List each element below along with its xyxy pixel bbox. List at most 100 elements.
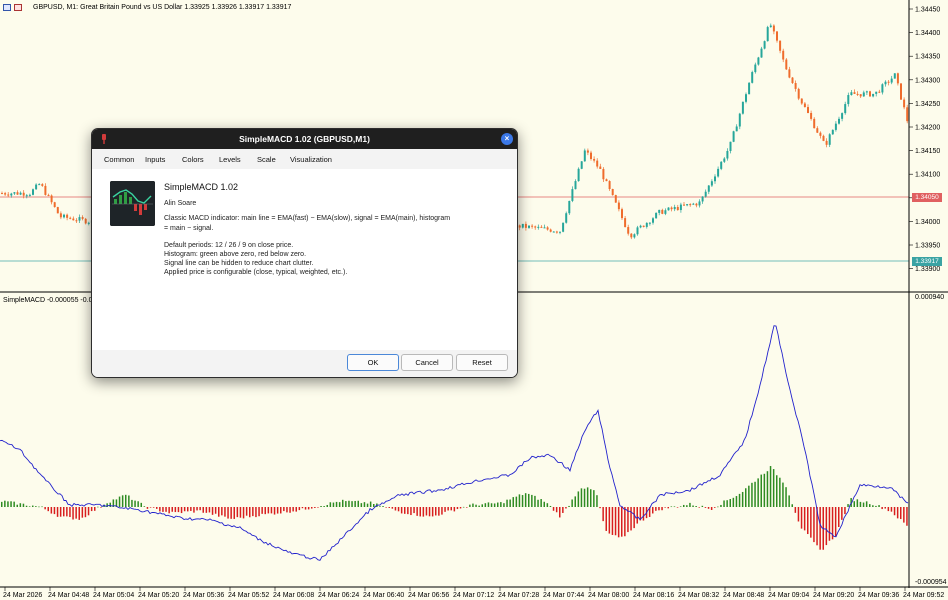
- histogram-bar: [862, 502, 865, 507]
- candle-body: [779, 40, 782, 51]
- candle-body: [763, 41, 766, 49]
- candle-body: [757, 57, 760, 65]
- histogram-bar: [87, 507, 90, 516]
- histogram-bar: [41, 506, 43, 508]
- histogram-bar: [813, 507, 815, 543]
- candle-body: [549, 229, 552, 232]
- histogram-bar: [286, 507, 288, 513]
- dialog-titlebar[interactable]: SimpleMACD 1.02 (GBPUSD,M1) ×: [92, 129, 517, 149]
- histogram-bar: [196, 507, 198, 511]
- candle-body: [605, 179, 608, 182]
- candle-body: [16, 192, 19, 195]
- histogram-bar: [438, 507, 440, 516]
- histogram-bar: [242, 507, 245, 519]
- histogram-bar: [320, 505, 322, 507]
- time-tick-label: 24 Mar 09:04: [768, 592, 809, 599]
- histogram-bar: [574, 496, 576, 507]
- candle-body: [78, 217, 81, 221]
- price-tick-label: 1.34350: [915, 54, 940, 61]
- histogram-bar: [782, 482, 784, 507]
- histogram-bar: [769, 466, 772, 507]
- candle-body: [75, 220, 78, 222]
- candle-body: [717, 168, 720, 177]
- time-tick-label: 24 Mar 05:20: [138, 592, 179, 599]
- histogram-bar: [887, 507, 890, 512]
- tab-visualization[interactable]: Visualization: [290, 155, 332, 164]
- histogram-bar: [410, 507, 412, 516]
- histogram-bar: [338, 502, 341, 507]
- reset-button[interactable]: Reset: [456, 354, 508, 371]
- candle-body: [518, 225, 521, 228]
- histogram-bar: [872, 505, 874, 507]
- candle-body: [28, 194, 31, 196]
- histogram-bar: [549, 505, 552, 507]
- time-tick-label: 24 Mar 06:24: [318, 592, 359, 599]
- histogram-bar: [283, 507, 285, 512]
- price-tag-teal: 1.33917: [912, 257, 942, 266]
- candle-body: [608, 181, 611, 190]
- histogram-bar: [422, 507, 425, 517]
- histogram-bar: [692, 505, 694, 507]
- histogram-bar: [803, 507, 806, 531]
- histogram-bar: [425, 507, 428, 516]
- candle-body: [1, 193, 3, 195]
- histogram-bar: [614, 507, 617, 536]
- histogram-bar: [301, 507, 304, 509]
- ok-button[interactable]: OK: [347, 354, 399, 371]
- tab-common[interactable]: Common: [104, 155, 134, 164]
- close-icon[interactable]: ×: [501, 133, 513, 145]
- candle-body: [791, 77, 794, 84]
- histogram-bar: [834, 507, 837, 537]
- candle-body: [583, 150, 586, 162]
- candle-body: [59, 213, 62, 218]
- candle-body: [686, 204, 689, 206]
- candle-body: [586, 150, 589, 153]
- candle-body: [807, 107, 809, 113]
- histogram-bar: [791, 504, 793, 507]
- candle-body: [87, 222, 90, 224]
- histogram-bar: [856, 499, 859, 507]
- histogram-bar: [515, 496, 518, 507]
- candle-body: [580, 161, 583, 169]
- candle-body: [720, 161, 723, 169]
- tab-levels[interactable]: Levels: [219, 155, 241, 164]
- histogram-bar: [276, 507, 279, 514]
- candle-body: [645, 222, 648, 227]
- histogram-bar: [766, 471, 769, 507]
- histogram-bar: [748, 485, 750, 507]
- tab-inputs[interactable]: Inputs: [145, 155, 165, 164]
- histogram-bar: [143, 506, 146, 507]
- price-tick-label: 1.34150: [915, 148, 940, 155]
- histogram-bar: [391, 507, 394, 509]
- tab-colors[interactable]: Colors: [182, 155, 204, 164]
- histogram-bar: [53, 507, 56, 515]
- histogram-bar: [1, 501, 3, 507]
- cancel-button[interactable]: Cancel: [401, 354, 453, 371]
- histogram-bar: [788, 495, 790, 507]
- histogram-bar: [906, 507, 908, 526]
- histogram-bar: [97, 506, 99, 508]
- tab-scale[interactable]: Scale: [257, 155, 276, 164]
- candle-body: [785, 59, 788, 70]
- candle-body: [735, 126, 738, 132]
- candle-body: [53, 202, 56, 208]
- histogram-bar: [304, 507, 307, 510]
- candle-body: [559, 231, 561, 233]
- histogram-bar: [214, 507, 217, 514]
- candle-body: [692, 203, 695, 205]
- chart-icons: [3, 4, 25, 12]
- histogram-bar: [661, 507, 663, 511]
- histogram-bar: [825, 507, 828, 546]
- indicator-properties-dialog[interactable]: SimpleMACD 1.02 (GBPUSD,M1) × Common Inp…: [91, 128, 518, 378]
- histogram-bar: [205, 507, 208, 513]
- histogram-bar: [481, 504, 483, 507]
- histogram-bar: [239, 507, 242, 518]
- histogram-bar: [342, 499, 344, 507]
- candle-body: [816, 128, 819, 133]
- histogram-bar: [875, 505, 877, 507]
- candle-body: [56, 207, 59, 214]
- histogram-bar: [447, 507, 449, 511]
- histogram-bar: [25, 505, 28, 507]
- histogram-bar: [583, 488, 586, 507]
- histogram-bar: [698, 507, 700, 508]
